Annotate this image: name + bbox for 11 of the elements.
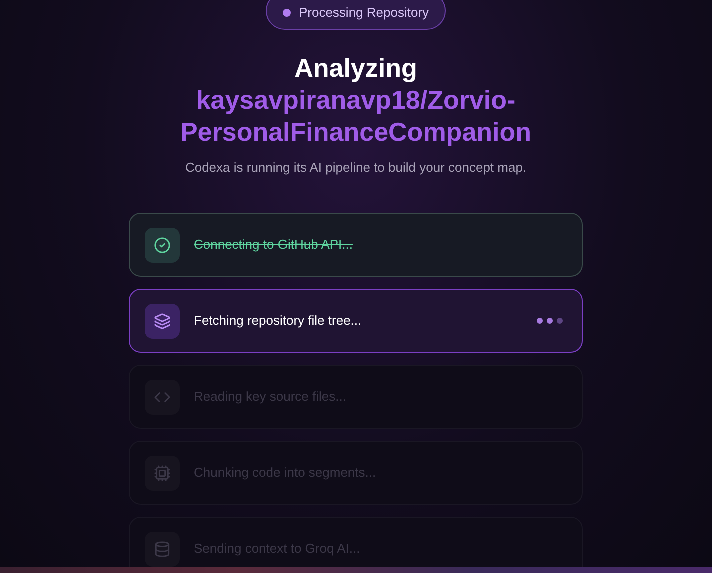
repository-name: kaysavpiranavp18/Zorvio-PersonalFinanceCompanion: [179, 84, 533, 148]
step-label: Fetching repository file tree...: [194, 312, 363, 330]
check-circle-icon: [154, 236, 171, 254]
layers-icon: [154, 312, 171, 330]
badge-label: Processing Repository: [298, 4, 430, 22]
step-label: Connecting to GitHub API...: [194, 236, 354, 254]
loading-dots-icon: [537, 318, 563, 324]
chip-icon: [154, 464, 171, 482]
database-icon: [154, 540, 171, 558]
page-subtitle: Codexa is running its AI pipeline to build your concept map.: [185, 158, 527, 177]
page-title: Analyzing: [294, 52, 418, 84]
